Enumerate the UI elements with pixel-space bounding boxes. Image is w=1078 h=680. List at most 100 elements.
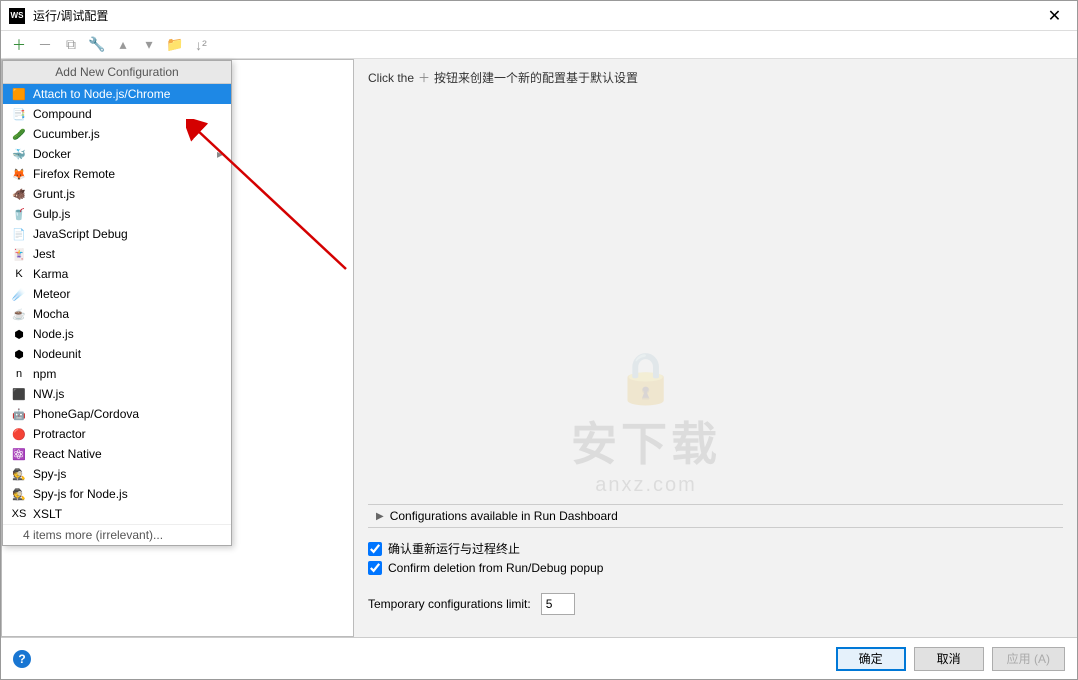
apply-button[interactable]: 应用 (A) [992, 647, 1065, 671]
config-type-javascript-debug[interactable]: 📄 JavaScript Debug [3, 224, 231, 244]
section-title: Configurations available in Run Dashboar… [390, 509, 618, 523]
config-label: NW.js [33, 387, 64, 401]
check-rerun-box[interactable] [368, 542, 382, 556]
add-config-dropdown: Add New Configuration 🟧 Attach to Node.js… [2, 60, 232, 546]
config-icon: ⬛ [11, 386, 27, 402]
wrench-icon[interactable]: 🔧 [87, 35, 107, 55]
config-label: Meteor [33, 287, 70, 301]
config-type-compound[interactable]: 📑 Compound [3, 104, 231, 124]
check-confirm-delete-label: Confirm deletion from Run/Debug popup [388, 561, 603, 575]
config-type-docker[interactable]: 🐳Docker▸ [3, 144, 231, 164]
config-icon: 🐳 [11, 146, 27, 162]
config-label: PhoneGap/Cordova [33, 407, 139, 421]
config-type-cucumber-js[interactable]: 🥒 Cucumber.js [3, 124, 231, 144]
remove-icon[interactable]: － [35, 35, 55, 55]
dashboard-section[interactable]: ▶ Configurations available in Run Dashbo… [368, 504, 1063, 528]
config-label: Gulp.js [33, 207, 70, 221]
dropdown-header: Add New Configuration [3, 61, 231, 84]
app-icon: WS [9, 8, 25, 24]
check-confirm-delete-box[interactable] [368, 561, 382, 575]
checkbox-group: 确认重新运行与过程终止 Confirm deletion from Run/De… [368, 528, 1063, 587]
config-type-nw-js[interactable]: ⬛ NW.js [3, 384, 231, 404]
config-icon: n [11, 366, 27, 382]
config-label: Attach to Node.js/Chrome [33, 87, 170, 101]
config-type-grunt-js[interactable]: 🐗 Grunt.js [3, 184, 231, 204]
sort-icon[interactable]: ↓² [191, 35, 211, 55]
copy-icon[interactable]: ⧉ [61, 35, 81, 55]
config-type-jest[interactable]: 🃏Jest [3, 244, 231, 264]
add-icon[interactable]: ＋ [9, 35, 29, 55]
config-icon: ⚛️ [11, 446, 27, 462]
config-label: Mocha [33, 307, 69, 321]
footer: ? 确定 取消 应用 (A) [1, 637, 1077, 679]
config-label: Nodeunit [33, 347, 81, 361]
config-type-spy-js[interactable]: 🕵️ Spy-js [3, 464, 231, 484]
check-confirm-delete[interactable]: Confirm deletion from Run/Debug popup [368, 559, 1063, 577]
folder-icon[interactable]: 📁 [165, 35, 185, 55]
config-label: Spy-js for Node.js [33, 487, 128, 501]
config-type-gulp-js[interactable]: 🥤 Gulp.js [3, 204, 231, 224]
config-icon: ⬢ [11, 346, 27, 362]
config-type-firefox-remote[interactable]: 🦊 Firefox Remote [3, 164, 231, 184]
right-panel: Click the ＋ 按钮来创建一个新的配置基于默认设置 ▶ Configur… [354, 59, 1077, 637]
config-icon: 🕵️ [11, 466, 27, 482]
config-type-npm[interactable]: nnpm [3, 364, 231, 384]
close-button[interactable]: ✕ [1032, 1, 1077, 30]
config-label: Spy-js [33, 467, 66, 481]
config-type-xslt[interactable]: XSXSLT [3, 504, 231, 524]
config-type-node-js[interactable]: ⬢Node.js [3, 324, 231, 344]
config-label: Firefox Remote [33, 167, 115, 181]
config-type-meteor[interactable]: ☄️Meteor [3, 284, 231, 304]
config-label: React Native [33, 447, 102, 461]
dialog-window: WS 运行/调试配置 ✕ ＋ － ⧉ 🔧 ▴ ▾ 📁 ↓² Add New Co… [0, 0, 1078, 680]
config-label: JavaScript Debug [33, 227, 128, 241]
config-icon: 🐗 [11, 186, 27, 202]
limit-row: Temporary configurations limit: [368, 587, 1063, 627]
up-icon[interactable]: ▴ [113, 35, 133, 55]
check-rerun[interactable]: 确认重新运行与过程终止 [368, 538, 1063, 559]
config-type-nodeunit[interactable]: ⬢ Nodeunit [3, 344, 231, 364]
config-icon: 🥒 [11, 126, 27, 142]
config-label: Cucumber.js [33, 127, 100, 141]
config-icon: 📄 [11, 226, 27, 242]
config-type-protractor[interactable]: 🔴Protractor [3, 424, 231, 444]
window-title: 运行/调试配置 [33, 7, 108, 24]
config-type-attach-to-node-js-chrome[interactable]: 🟧 Attach to Node.js/Chrome [3, 84, 231, 104]
expand-icon: ▶ [376, 511, 384, 522]
config-icon: 🃏 [11, 246, 27, 262]
config-type-spy-js-for-node-js[interactable]: 🕵️ Spy-js for Node.js [3, 484, 231, 504]
config-label: Karma [33, 267, 68, 281]
config-icon: XS [11, 506, 27, 522]
hint-suffix: 按钮来创建一个新的配置基于默认设置 [434, 69, 638, 86]
help-icon[interactable]: ? [13, 650, 31, 668]
config-type-phonegap-cordova[interactable]: 🤖PhoneGap/Cordova [3, 404, 231, 424]
hint-prefix: Click the [368, 71, 414, 85]
cancel-button[interactable]: 取消 [914, 647, 984, 671]
config-label: Docker [33, 147, 71, 161]
limit-input[interactable] [541, 593, 575, 615]
config-icon: ☕ [11, 306, 27, 322]
config-type-mocha[interactable]: ☕ Mocha [3, 304, 231, 324]
limit-label: Temporary configurations limit: [368, 597, 531, 611]
config-icon: 🥤 [11, 206, 27, 222]
config-icon: 📑 [11, 106, 27, 122]
config-icon: 🦊 [11, 166, 27, 182]
config-tree[interactable]: Add New Configuration 🟧 Attach to Node.js… [2, 60, 353, 636]
titlebar: WS 运行/调试配置 ✕ [1, 1, 1077, 31]
config-label: Node.js [33, 327, 74, 341]
ok-button[interactable]: 确定 [836, 647, 906, 671]
config-icon: 🔴 [11, 426, 27, 442]
config-label: Grunt.js [33, 187, 75, 201]
check-rerun-label: 确认重新运行与过程终止 [388, 540, 520, 557]
dropdown-more[interactable]: 4 items more (irrelevant)... [3, 524, 231, 545]
config-type-karma[interactable]: K Karma [3, 264, 231, 284]
toolbar: ＋ － ⧉ 🔧 ▴ ▾ 📁 ↓² [1, 31, 1077, 59]
config-icon: 🟧 [11, 86, 27, 102]
config-label: Compound [33, 107, 92, 121]
config-icon: 🕵️ [11, 486, 27, 502]
config-label: npm [33, 367, 56, 381]
config-icon: K [11, 266, 27, 282]
config-type-react-native[interactable]: ⚛️ React Native [3, 444, 231, 464]
down-icon[interactable]: ▾ [139, 35, 159, 55]
plus-inline-icon: ＋ [418, 69, 430, 86]
